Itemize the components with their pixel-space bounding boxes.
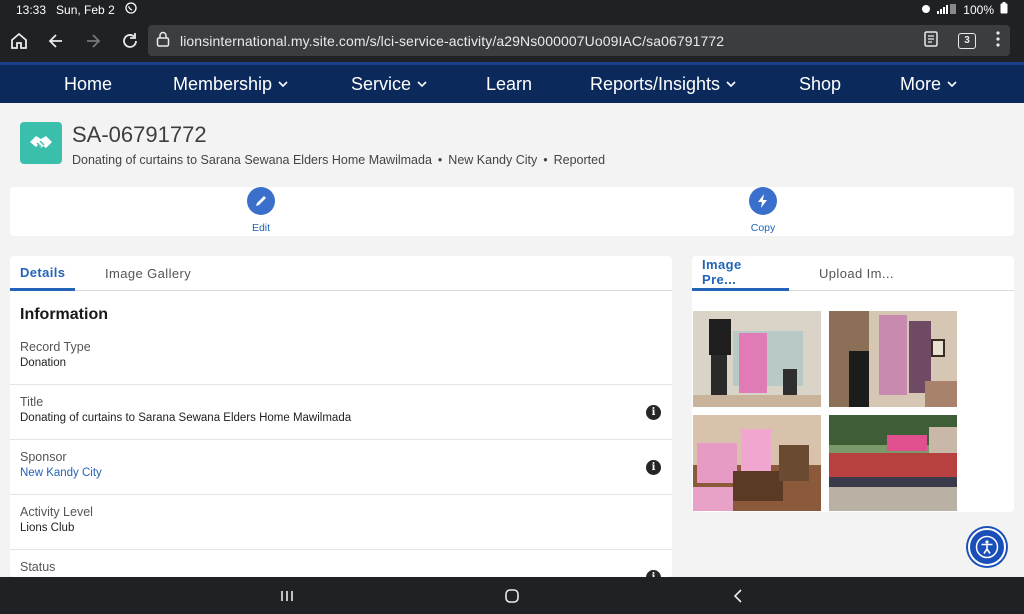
back-arrow-icon[interactable]	[37, 22, 74, 59]
tab-upload-image[interactable]: Upload Im...	[819, 256, 894, 291]
field-activity-level: Activity Level Lions Club	[10, 495, 672, 550]
chevron-down-icon	[726, 81, 736, 88]
field-status: Status i	[10, 550, 672, 577]
information-heading: Information	[20, 306, 108, 323]
tab-image-gallery-label: Image Gallery	[105, 266, 192, 281]
field-value: Donation	[20, 357, 67, 369]
system-navigation-bar	[0, 577, 1024, 614]
handshake-icon	[20, 122, 62, 164]
field-value: Lions Club	[20, 522, 75, 534]
field-label: Sponsor	[20, 450, 67, 464]
chevron-down-icon	[278, 81, 288, 88]
record-title: SA-06791772	[72, 122, 207, 147]
home-button-icon[interactable]	[501, 585, 523, 607]
field-label: Record Type	[20, 340, 91, 354]
browser-toolbar: lionsinternational.my.site.com/s/lci-ser…	[0, 19, 1024, 62]
clock: 13:33	[16, 2, 47, 17]
nav-shop-label: Shop	[799, 73, 842, 94]
record-subtitle: Donating of curtains to Sarana Sewana El…	[72, 153, 605, 167]
nav-reports[interactable]: Reports/Insights	[590, 74, 736, 95]
reader-mode-icon[interactable]	[924, 31, 938, 50]
action-bar: Edit Copy	[10, 187, 1014, 236]
photo-thumbnail[interactable]	[829, 311, 957, 407]
copy-button[interactable]: Copy	[733, 187, 793, 234]
back-button-icon[interactable]	[727, 585, 749, 607]
pencil-icon	[247, 187, 275, 215]
battery-level: 100%	[963, 2, 994, 17]
recents-icon[interactable]	[276, 585, 298, 607]
record-subtitle-title: Donating of curtains to Sarana Sewana El…	[72, 153, 432, 167]
details-tabs: Details Image Gallery	[10, 256, 672, 291]
field-label: Title	[20, 395, 44, 409]
info-icon[interactable]: i	[646, 570, 661, 577]
more-vert-icon[interactable]	[996, 31, 1000, 50]
forward-arrow-icon[interactable]	[74, 22, 111, 59]
chevron-down-icon	[947, 81, 957, 88]
photo-thumbnail[interactable]	[829, 415, 957, 511]
tab-upload-image-label: Upload Im...	[819, 266, 894, 281]
image-tabs: Image Pre... Upload Im...	[692, 256, 1014, 291]
site-navigation: Home Membership Service Learn Reports/In…	[0, 62, 1024, 103]
field-title: Title Donating of curtains to Sarana Sew…	[10, 385, 672, 440]
record-subtitle-club: New Kandy City	[448, 153, 538, 167]
edit-button[interactable]: Edit	[231, 187, 291, 234]
details-panel: Details Image Gallery Information Record…	[10, 256, 672, 577]
lightning-icon	[749, 187, 777, 215]
photo-thumbnail[interactable]	[693, 311, 821, 407]
alarm-icon	[921, 3, 931, 17]
nav-learn[interactable]: Learn	[486, 74, 532, 95]
nav-shop[interactable]: Shop	[799, 74, 841, 95]
separator-dot: •	[437, 153, 443, 167]
separator-dot: •	[543, 153, 548, 167]
nav-service[interactable]: Service	[351, 74, 427, 95]
nav-more[interactable]: More	[900, 74, 957, 95]
field-record-type: Record Type Donation	[10, 330, 672, 385]
tab-details-label: Details	[20, 264, 66, 280]
tab-details[interactable]: Details	[10, 256, 76, 291]
copy-label: Copy	[750, 222, 776, 234]
field-sponsor: Sponsor New Kandy City i	[10, 440, 672, 495]
tab-switcher-button[interactable]: 3	[958, 32, 976, 49]
reload-icon[interactable]	[111, 22, 148, 59]
nav-reports-label: Reports/Insights	[590, 73, 721, 94]
home-icon[interactable]	[0, 22, 37, 59]
system-status-bar: 13:33 Sun, Feb 2 100%	[0, 0, 1024, 19]
nav-home[interactable]: Home	[64, 74, 112, 95]
nav-learn-label: Learn	[486, 73, 533, 94]
image-panel: Image Pre... Upload Im...	[692, 256, 1014, 512]
lock-icon	[156, 31, 170, 50]
accessibility-icon	[975, 535, 999, 559]
sponsor-link[interactable]: New Kandy City	[20, 467, 102, 479]
tab-image-preview[interactable]: Image Pre...	[692, 256, 789, 291]
nav-membership[interactable]: Membership	[173, 74, 288, 95]
photo-thumbnail[interactable]	[693, 415, 821, 511]
nav-home-label: Home	[64, 73, 113, 94]
accessibility-button[interactable]	[968, 528, 1006, 566]
field-label: Status	[20, 560, 56, 574]
chevron-down-icon	[417, 81, 427, 88]
record-subtitle-status: Reported	[553, 153, 606, 167]
info-icon[interactable]: i	[646, 460, 661, 475]
field-label: Activity Level	[20, 505, 93, 519]
date: Sun, Feb 2	[56, 2, 115, 17]
edit-label: Edit	[251, 222, 271, 234]
battery-icon	[1000, 2, 1008, 17]
record-header: SA-06791772 Donating of curtains to Sara…	[0, 103, 1024, 183]
nav-more-label: More	[900, 73, 942, 94]
tab-image-preview-label: Image Pre...	[702, 257, 742, 287]
field-value: Donating of curtains to Sarana Sewana El…	[20, 412, 352, 424]
tab-image-gallery[interactable]: Image Gallery	[105, 256, 191, 291]
nav-membership-label: Membership	[173, 73, 273, 94]
whatsapp-icon	[125, 2, 137, 17]
signal-icon	[937, 3, 957, 17]
address-bar[interactable]: lionsinternational.my.site.com/s/lci-ser…	[148, 25, 1010, 56]
nav-service-label: Service	[351, 73, 412, 94]
info-icon[interactable]: i	[646, 405, 661, 420]
url-text: lionsinternational.my.site.com/s/lci-ser…	[180, 32, 725, 49]
